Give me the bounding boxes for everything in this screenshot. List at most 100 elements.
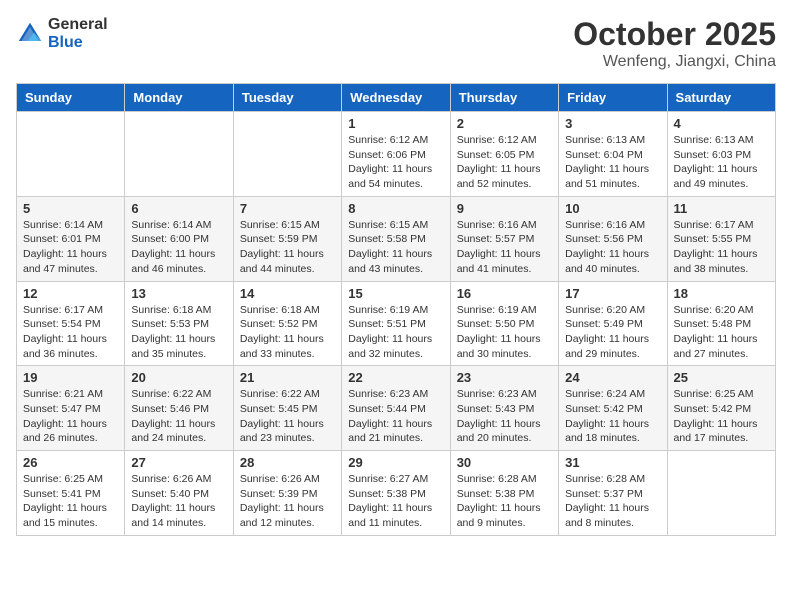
logo: General Blue: [16, 16, 108, 51]
day-number: 15: [348, 286, 443, 301]
day-number: 9: [457, 201, 552, 216]
calendar-cell: 25 Sunrise: 6:25 AM Sunset: 5:42 PM Dayli…: [667, 366, 775, 451]
logo-general-text: General: [48, 16, 108, 34]
calendar-cell: 26Sunrise: 6:25 AM Sunset: 5:41 PM Dayli…: [17, 451, 125, 536]
day-number: 11: [674, 201, 769, 216]
day-number: 5: [23, 201, 118, 216]
calendar-cell: 28Sunrise: 6:26 AM Sunset: 5:39 PM Dayli…: [233, 451, 341, 536]
day-number: 19: [23, 370, 118, 385]
calendar-cell: [667, 451, 775, 536]
day-info: Sunrise: 6:26 AM Sunset: 5:40 PM Dayligh…: [131, 472, 226, 531]
day-info: Sunrise: 6:25 AM Sunset: 5:41 PM Dayligh…: [23, 472, 118, 531]
day-number: 30: [457, 455, 552, 470]
day-number: 29: [348, 455, 443, 470]
day-number: 23: [457, 370, 552, 385]
day-info: Sunrise: 6:28 AM Sunset: 5:38 PM Dayligh…: [457, 472, 552, 531]
calendar-cell: 20 Sunrise: 6:22 AM Sunset: 5:46 PM Dayli…: [125, 366, 233, 451]
week-row-1: 1 Sunrise: 6:12 AM Sunset: 6:06 PM Daylig…: [17, 112, 776, 197]
day-number: 4: [674, 116, 769, 131]
weekday-header-monday: Monday: [125, 84, 233, 112]
day-info: Sunrise: 6:22 AM Sunset: 5:46 PM Dayligh…: [131, 387, 226, 446]
day-number: 2: [457, 116, 552, 131]
day-number: 25: [674, 370, 769, 385]
title-area: October 2025 Wenfeng, Jiangxi, China: [573, 16, 776, 71]
week-row-5: 26Sunrise: 6:25 AM Sunset: 5:41 PM Dayli…: [17, 451, 776, 536]
day-number: 22: [348, 370, 443, 385]
day-number: 20: [131, 370, 226, 385]
calendar-cell: 24 Sunrise: 6:24 AM Sunset: 5:42 PM Dayli…: [559, 366, 667, 451]
day-info: Sunrise: 6:12 AM Sunset: 6:06 PM Dayligh…: [348, 133, 443, 192]
logo-text: General Blue: [48, 16, 108, 51]
week-row-2: 5 Sunrise: 6:14 AM Sunset: 6:01 PM Daylig…: [17, 196, 776, 281]
weekday-header-saturday: Saturday: [667, 84, 775, 112]
day-info: Sunrise: 6:28 AM Sunset: 5:37 PM Dayligh…: [565, 472, 660, 531]
day-info: Sunrise: 6:27 AM Sunset: 5:38 PM Dayligh…: [348, 472, 443, 531]
day-info: Sunrise: 6:17 AM Sunset: 5:54 PM Dayligh…: [23, 303, 118, 362]
day-number: 7: [240, 201, 335, 216]
calendar-cell: 12 Sunrise: 6:17 AM Sunset: 5:54 PM Dayli…: [17, 281, 125, 366]
weekday-header-sunday: Sunday: [17, 84, 125, 112]
day-info: Sunrise: 6:20 AM Sunset: 5:48 PM Dayligh…: [674, 303, 769, 362]
location: Wenfeng, Jiangxi, China: [573, 53, 776, 71]
day-info: Sunrise: 6:14 AM Sunset: 6:00 PM Dayligh…: [131, 218, 226, 277]
calendar-cell: 21 Sunrise: 6:22 AM Sunset: 5:45 PM Dayli…: [233, 366, 341, 451]
day-number: 10: [565, 201, 660, 216]
day-info: Sunrise: 6:20 AM Sunset: 5:49 PM Dayligh…: [565, 303, 660, 362]
calendar-cell: 19Sunrise: 6:21 AM Sunset: 5:47 PM Dayli…: [17, 366, 125, 451]
day-info: Sunrise: 6:25 AM Sunset: 5:42 PM Dayligh…: [674, 387, 769, 446]
day-number: 16: [457, 286, 552, 301]
calendar-cell: 7 Sunrise: 6:15 AM Sunset: 5:59 PM Daylig…: [233, 196, 341, 281]
calendar-cell: [233, 112, 341, 197]
calendar-cell: 30 Sunrise: 6:28 AM Sunset: 5:38 PM Dayli…: [450, 451, 558, 536]
day-info: Sunrise: 6:19 AM Sunset: 5:50 PM Dayligh…: [457, 303, 552, 362]
day-info: Sunrise: 6:13 AM Sunset: 6:04 PM Dayligh…: [565, 133, 660, 192]
day-number: 31: [565, 455, 660, 470]
calendar-cell: 23 Sunrise: 6:23 AM Sunset: 5:43 PM Dayli…: [450, 366, 558, 451]
day-info: Sunrise: 6:18 AM Sunset: 5:53 PM Dayligh…: [131, 303, 226, 362]
day-number: 14: [240, 286, 335, 301]
calendar-cell: 18Sunrise: 6:20 AM Sunset: 5:48 PM Dayli…: [667, 281, 775, 366]
day-info: Sunrise: 6:24 AM Sunset: 5:42 PM Dayligh…: [565, 387, 660, 446]
calendar-cell: 29 Sunrise: 6:27 AM Sunset: 5:38 PM Dayli…: [342, 451, 450, 536]
weekday-header-row: SundayMondayTuesdayWednesdayThursdayFrid…: [17, 84, 776, 112]
calendar-cell: 1 Sunrise: 6:12 AM Sunset: 6:06 PM Daylig…: [342, 112, 450, 197]
calendar-cell: 22 Sunrise: 6:23 AM Sunset: 5:44 PM Dayli…: [342, 366, 450, 451]
calendar-table: SundayMondayTuesdayWednesdayThursdayFrid…: [16, 83, 776, 536]
day-info: Sunrise: 6:22 AM Sunset: 5:45 PM Dayligh…: [240, 387, 335, 446]
day-number: 12: [23, 286, 118, 301]
calendar-cell: 6Sunrise: 6:14 AM Sunset: 6:00 PM Daylig…: [125, 196, 233, 281]
day-number: 21: [240, 370, 335, 385]
calendar-cell: 27Sunrise: 6:26 AM Sunset: 5:40 PM Dayli…: [125, 451, 233, 536]
weekday-header-tuesday: Tuesday: [233, 84, 341, 112]
month-title: October 2025: [573, 16, 776, 53]
logo-icon: [16, 20, 44, 48]
week-row-4: 19Sunrise: 6:21 AM Sunset: 5:47 PM Dayli…: [17, 366, 776, 451]
weekday-header-wednesday: Wednesday: [342, 84, 450, 112]
day-info: Sunrise: 6:23 AM Sunset: 5:43 PM Dayligh…: [457, 387, 552, 446]
day-number: 24: [565, 370, 660, 385]
calendar-cell: 4Sunrise: 6:13 AM Sunset: 6:03 PM Daylig…: [667, 112, 775, 197]
calendar-cell: 16 Sunrise: 6:19 AM Sunset: 5:50 PM Dayli…: [450, 281, 558, 366]
calendar-cell: 14 Sunrise: 6:18 AM Sunset: 5:52 PM Dayli…: [233, 281, 341, 366]
day-info: Sunrise: 6:19 AM Sunset: 5:51 PM Dayligh…: [348, 303, 443, 362]
calendar-cell: 17 Sunrise: 6:20 AM Sunset: 5:49 PM Dayli…: [559, 281, 667, 366]
day-info: Sunrise: 6:23 AM Sunset: 5:44 PM Dayligh…: [348, 387, 443, 446]
day-info: Sunrise: 6:12 AM Sunset: 6:05 PM Dayligh…: [457, 133, 552, 192]
weekday-header-thursday: Thursday: [450, 84, 558, 112]
calendar-cell: [17, 112, 125, 197]
page-header: General Blue October 2025 Wenfeng, Jiang…: [16, 16, 776, 71]
day-info: Sunrise: 6:15 AM Sunset: 5:59 PM Dayligh…: [240, 218, 335, 277]
calendar-cell: 13 Sunrise: 6:18 AM Sunset: 5:53 PM Dayli…: [125, 281, 233, 366]
day-info: Sunrise: 6:26 AM Sunset: 5:39 PM Dayligh…: [240, 472, 335, 531]
day-info: Sunrise: 6:14 AM Sunset: 6:01 PM Dayligh…: [23, 218, 118, 277]
day-info: Sunrise: 6:18 AM Sunset: 5:52 PM Dayligh…: [240, 303, 335, 362]
day-info: Sunrise: 6:15 AM Sunset: 5:58 PM Dayligh…: [348, 218, 443, 277]
day-number: 13: [131, 286, 226, 301]
weekday-header-friday: Friday: [559, 84, 667, 112]
calendar-cell: 11Sunrise: 6:17 AM Sunset: 5:55 PM Dayli…: [667, 196, 775, 281]
calendar-cell: [125, 112, 233, 197]
calendar-cell: 15 Sunrise: 6:19 AM Sunset: 5:51 PM Dayli…: [342, 281, 450, 366]
calendar-cell: 9Sunrise: 6:16 AM Sunset: 5:57 PM Daylig…: [450, 196, 558, 281]
day-number: 17: [565, 286, 660, 301]
day-number: 1: [348, 116, 443, 131]
